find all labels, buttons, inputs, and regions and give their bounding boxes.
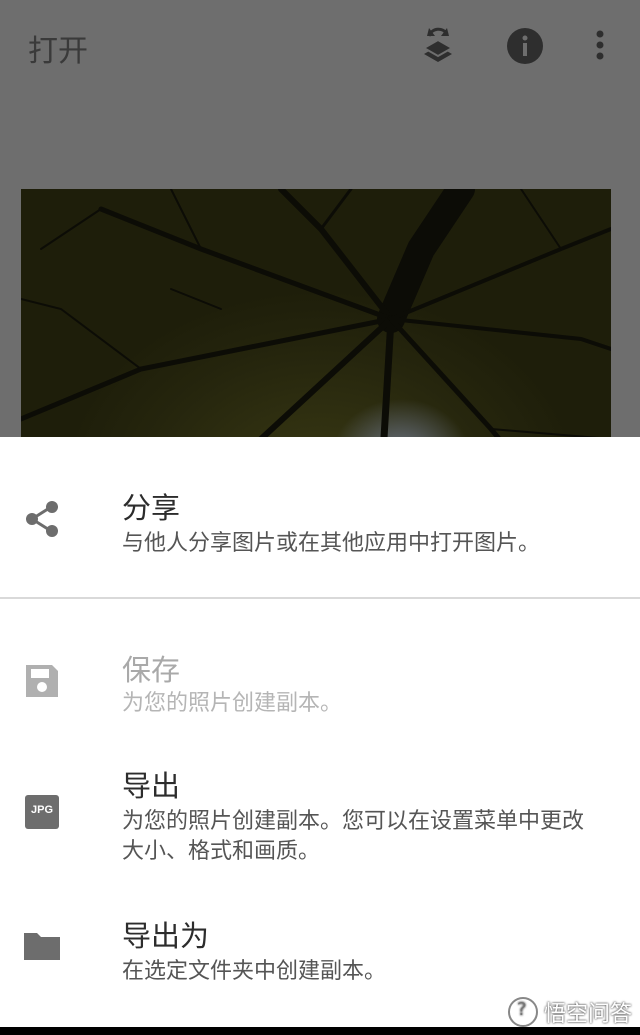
- jpg-icon-label: JPG: [30, 804, 53, 816]
- save-title: 保存: [122, 653, 181, 687]
- watermark-text: 悟空问答: [543, 1002, 632, 1027]
- more-vert-icon[interactable]: [580, 24, 620, 68]
- export-option[interactable]: JPG 导出 为您的照片创建副本。您可以在设置菜单中更改大小、格式和画质。: [0, 739, 640, 899]
- save-icon: [22, 661, 62, 701]
- share-icon: [22, 499, 62, 539]
- folder-icon: [22, 925, 62, 965]
- bottom-sheet: 分享 与他人分享图片或在其他应用中打开图片。 保存 为您的照片创建副本。 JPG…: [0, 437, 640, 1027]
- watermark: 悟空问答: [507, 996, 632, 1028]
- jpg-icon: JPG: [25, 795, 59, 829]
- save-option: 保存 为您的照片创建副本。: [0, 599, 640, 739]
- export-as-subtitle: 在选定文件夹中创建副本。: [122, 959, 387, 984]
- app-bar: 打开: [0, 0, 640, 95]
- app-title: 打开: [28, 34, 88, 69]
- share-option[interactable]: 分享 与他人分享图片或在其他应用中打开图片。: [0, 437, 640, 597]
- export-subtitle: 为您的照片创建副本。您可以在设置菜单中更改大小、格式和画质。: [122, 809, 585, 864]
- layers-refresh-icon[interactable]: [416, 24, 460, 68]
- info-icon[interactable]: [503, 24, 547, 68]
- export-as-title: 导出为: [122, 919, 210, 953]
- watermark-logo-icon: [507, 997, 538, 1027]
- export-title: 导出: [122, 769, 181, 803]
- save-subtitle: 为您的照片创建副本。: [122, 691, 343, 716]
- nav-bar-strip: [0, 1027, 640, 1035]
- share-subtitle: 与他人分享图片或在其他应用中打开图片。: [122, 531, 541, 556]
- share-title: 分享: [122, 491, 181, 525]
